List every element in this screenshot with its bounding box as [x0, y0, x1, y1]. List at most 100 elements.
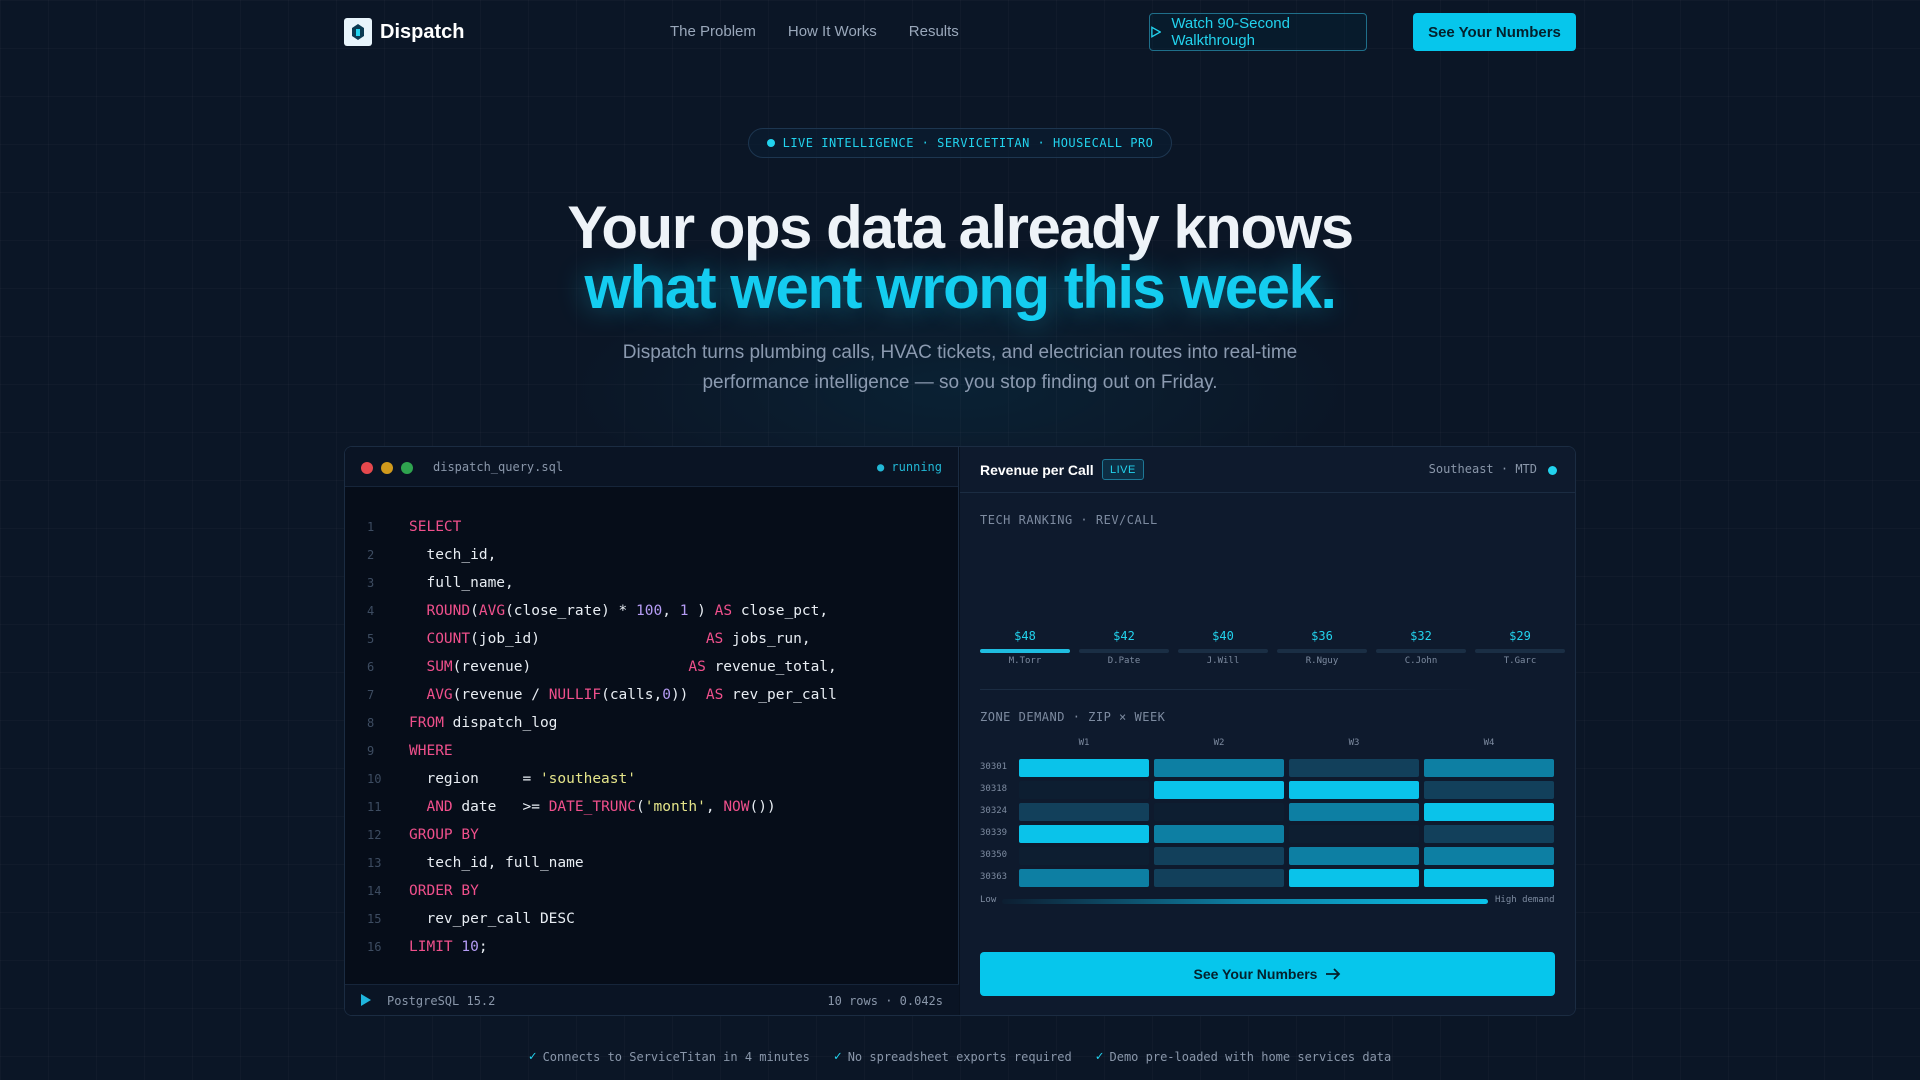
heatmap-cell[interactable] [1289, 847, 1419, 865]
dashboard-pane: Revenue per Call LIVE Southeast · MTD [960, 447, 1575, 1015]
heatmap-cell[interactable] [1289, 869, 1419, 887]
walkthrough-label: Watch 90-Second Walkthrough [1171, 15, 1290, 49]
code-line: 11 AND date >= DATE_TRUNC('month', NOW()… [345, 793, 837, 821]
trust-item: ✓ No spreadsheet exports required [834, 1049, 1072, 1064]
heatmap-cell[interactable] [1154, 825, 1284, 843]
rank-value: $48 [1014, 629, 1036, 643]
line-number: 10 [367, 772, 382, 786]
rank-bar [980, 649, 1070, 653]
heatmap-cell[interactable] [1154, 869, 1284, 887]
heatmap-cell[interactable] [1019, 803, 1149, 821]
line-number: 11 [367, 800, 382, 814]
run-icon[interactable] [361, 994, 371, 1006]
section-divider [980, 689, 1480, 690]
code-text: FROM dispatch_log [409, 715, 558, 731]
rank-value: $29 [1509, 629, 1531, 643]
zip-label: 30339 [980, 828, 1008, 838]
heatmap-cell[interactable] [1154, 759, 1284, 777]
code-text: WHERE [409, 743, 453, 759]
code-line: 7 AVG(revenue / NULLIF(calls,0)) AS rev_… [345, 681, 837, 709]
code-text: ROUND(AVG(close_rate) * 100, 1 ) AS clos… [426, 603, 829, 619]
heatmap-cell[interactable] [1424, 759, 1554, 777]
badge-text: LIVE INTELLIGENCE · SERVICETITAN · HOUSE… [782, 136, 1154, 150]
code-text: SUM(revenue) AS revenue_total, [426, 659, 837, 675]
heatmap-cell[interactable] [1424, 803, 1554, 821]
rank-value: $42 [1113, 629, 1135, 643]
heatmap-cell[interactable] [1154, 803, 1284, 821]
line-number: 14 [367, 884, 382, 898]
headline-line-1: Your ops data already knows [567, 194, 1354, 261]
code-line: 9 WHERE [345, 737, 837, 765]
code-line: 6 SUM(revenue) AS revenue_total, [345, 653, 837, 681]
heatmap-cell[interactable] [1424, 869, 1554, 887]
week-header: W3 [1348, 738, 1360, 748]
heatmap-cell[interactable] [1289, 781, 1419, 799]
code-text: AND date >= DATE_TRUNC('month', NOW()) [426, 799, 776, 815]
line-number: 5 [367, 632, 375, 646]
rank-value: $36 [1311, 629, 1333, 643]
editor-footer: PostgreSQL 15.2 10 rows · 0.042s [345, 984, 959, 1015]
heatmap-cell[interactable] [1019, 847, 1149, 865]
rank-tech-name: C.John [1404, 656, 1438, 666]
code-text: GROUP BY [409, 827, 479, 843]
arrow-right-icon [1326, 968, 1341, 980]
ranking-title: TECH RANKING · REV/CALL [980, 513, 1158, 527]
heatmap-cell[interactable] [1424, 781, 1554, 799]
brand[interactable]: Dispatch [344, 18, 464, 46]
sql-code: 1 SELECT 2 tech_id, 3 full_name, 4 ROUND(AVG… [345, 513, 837, 961]
heatmap-cell[interactable] [1019, 781, 1149, 799]
rank-tech-name: M.Torr [1008, 656, 1042, 666]
rank-bar [1475, 649, 1565, 653]
code-line: 4 ROUND(AVG(close_rate) * 100, 1 ) AS cl… [345, 597, 837, 625]
check-icon: ✓ [833, 1049, 842, 1064]
heatmap-cell[interactable] [1154, 781, 1284, 799]
heatmap-cell[interactable] [1019, 869, 1149, 887]
headline-line-2: what went wrong this week. [584, 254, 1337, 321]
play-icon [1151, 26, 1162, 38]
nav-link-how-it-works[interactable]: How It Works [788, 23, 877, 40]
walkthrough-button[interactable]: Watch 90-Second Walkthrough [1149, 13, 1367, 51]
code-text: SELECT [409, 519, 462, 535]
heatmap-cell[interactable] [1154, 847, 1284, 865]
editor-titlebar: dispatch_query.sql ● running [345, 447, 958, 487]
heatmap-cell[interactable] [1289, 825, 1419, 843]
see-your-numbers-button[interactable]: See Your Numbers [980, 952, 1555, 996]
line-number: 9 [367, 744, 375, 758]
close-dot-icon[interactable] [361, 462, 373, 474]
trust-text: No spreadsheet exports required [847, 1049, 1072, 1064]
line-number: 13 [367, 856, 382, 870]
week-header: W4 [1483, 738, 1495, 748]
heatmap-cell[interactable] [1289, 759, 1419, 777]
see-your-numbers-nav-button[interactable]: See Your Numbers [1413, 13, 1576, 51]
code-line: 8 FROM dispatch_log [345, 709, 837, 737]
dashboard-title: Revenue per Call [980, 462, 1094, 478]
hero-subhead: Dispatch turns plumbing calls, HVAC tick… [622, 342, 1298, 393]
heatmap-cell[interactable] [1019, 759, 1149, 777]
heatmap-cell[interactable] [1424, 847, 1554, 865]
code-line: 10 region = 'southeast' [345, 765, 837, 793]
code-line: 5 COUNT(job_id) AS jobs_run, [345, 625, 837, 653]
line-number: 3 [367, 576, 375, 590]
product-preview: dispatch_query.sql ● running 1 SELECT 2 te… [344, 446, 1576, 1016]
week-header: W2 [1213, 738, 1225, 748]
code-line: 2 tech_id, [345, 541, 837, 569]
rank-tech-name: R.Nguy [1305, 656, 1339, 666]
rank-tech-name: D.Pate [1107, 656, 1141, 666]
region-filter[interactable]: Southeast · MTD [1429, 462, 1537, 476]
heatmap-cell[interactable] [1289, 803, 1419, 821]
trust-text: Connects to ServiceTitan in 4 minutes [542, 1049, 810, 1064]
db-engine: PostgreSQL 15.2 [387, 994, 496, 1008]
minimize-dot-icon[interactable] [381, 462, 393, 474]
line-number: 12 [367, 828, 382, 842]
nav-link-the-problem[interactable]: The Problem [670, 23, 756, 40]
nav-link-results[interactable]: Results [909, 23, 959, 40]
code-text: COUNT(job_id) AS jobs_run, [426, 631, 811, 647]
heatmap-cell[interactable] [1424, 825, 1554, 843]
heatmap-cell[interactable] [1019, 825, 1149, 843]
code-line: 1 SELECT [345, 513, 837, 541]
code-text: ORDER BY [409, 883, 479, 899]
nav-links: The Problem How It Works Results [670, 23, 959, 40]
maximize-dot-icon[interactable] [401, 462, 413, 474]
legend-low: Low [980, 895, 997, 905]
code-text: tech_id, full_name [409, 855, 584, 871]
